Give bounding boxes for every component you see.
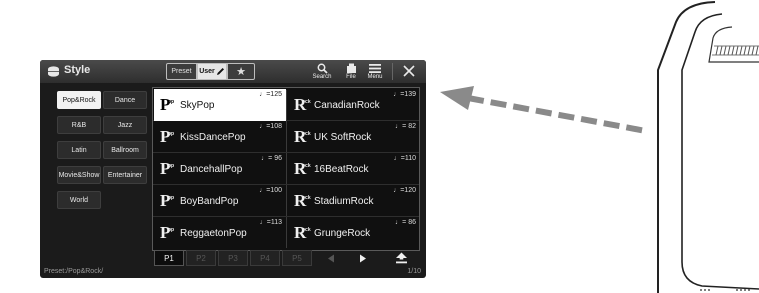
logo-subtext: ock [302, 99, 311, 105]
style-name: SkyPop [180, 100, 215, 111]
style-selection-screen: Style Preset User ★ Search File Menu Pop… [40, 60, 426, 278]
menu-button[interactable]: Menu [360, 61, 390, 82]
category-latin[interactable]: Latin [57, 141, 101, 159]
page-tab-p4[interactable]: P4 [250, 250, 280, 266]
page-tab-p3[interactable]: P3 [218, 250, 248, 266]
logo-subtext: op [168, 131, 175, 137]
category-movie-show[interactable]: Movie&Show [57, 166, 101, 184]
style-item[interactable]: Pop SkyPop ♩=125 [154, 89, 286, 121]
device-outline-illustration [657, 1, 759, 293]
style-name: KissDancePop [180, 132, 246, 143]
style-list: Pop SkyPop ♩=125 Rock CanadianRock ♩=139 Pop Ki… [152, 87, 420, 251]
style-category-logo-icon: Pop [160, 160, 176, 177]
style-tempo: ♩= 82 [395, 123, 416, 130]
next-page-icon [360, 254, 366, 262]
prev-page-icon [328, 254, 334, 262]
next-page-button[interactable] [348, 250, 378, 266]
style-tempo: ♩=108 [259, 123, 282, 130]
list-column-divider [286, 90, 287, 248]
style-tempo: ♩= 96 [261, 155, 282, 162]
style-category-logo-icon: Pop [160, 96, 176, 113]
folder-path: Preset:/Pop&Rock/ [44, 268, 104, 275]
style-tempo: ♩=139 [393, 91, 416, 98]
style-item[interactable]: Rock GrungeRock ♩= 86 [288, 217, 420, 249]
category-dance[interactable]: Dance [103, 91, 147, 109]
category-pop-rock[interactable]: Pop&Rock [57, 91, 101, 109]
header-bar: Style Preset User ★ Search File Menu [40, 60, 426, 83]
style-name: UK SoftRock [314, 132, 372, 143]
category-r-and-b[interactable]: R&B [57, 116, 101, 134]
page-tab-p1[interactable]: P1 [154, 250, 184, 266]
page-count: 1/10 [407, 268, 421, 275]
style-item[interactable]: Rock StadiumRock ♩=120 [288, 185, 420, 217]
tab-favorite[interactable]: ★ [227, 63, 255, 80]
style-item[interactable]: Pop BoyBandPop ♩=100 [154, 185, 286, 217]
style-name: ReggaetonPop [180, 228, 247, 239]
search-button[interactable]: Search [307, 61, 337, 82]
menu-label: Menu [367, 74, 383, 80]
tab-user-label: User [199, 68, 215, 75]
style-name: CanadianRock [314, 100, 380, 111]
file-icon [346, 63, 356, 73]
logo-subtext: ock [302, 195, 311, 201]
style-category-logo-icon: Pop [160, 224, 176, 241]
dashed-pointer-arrow-icon [440, 86, 647, 134]
category-entertainer[interactable]: Entertainer [103, 166, 147, 184]
style-tempo: ♩=120 [393, 187, 416, 194]
style-category-logo-icon: Rock [294, 160, 311, 177]
logo-subtext: ock [302, 163, 311, 169]
tab-preset[interactable]: Preset [166, 63, 197, 80]
style-name: GrungeRock [314, 228, 371, 239]
style-tempo: ♩=100 [259, 187, 282, 194]
page-tab-p5[interactable]: P5 [282, 250, 312, 266]
style-tempo: ♩=110 [393, 155, 416, 162]
style-name: 16BeatRock [314, 164, 369, 175]
style-category-logo-icon: Pop [160, 128, 176, 145]
logo-subtext: ock [302, 227, 311, 233]
pencil-icon [216, 68, 224, 75]
header-divider [392, 63, 393, 80]
search-label: Search [312, 74, 332, 80]
page-tab-p2[interactable]: P2 [186, 250, 216, 266]
menu-icon [369, 64, 381, 73]
file-label: File [346, 74, 356, 80]
up-folder-button[interactable] [386, 250, 416, 266]
style-category-logo-icon: Rock [294, 96, 311, 113]
style-item[interactable]: Pop DancehallPop ♩= 96 [154, 153, 286, 185]
logo-subtext: ock [302, 131, 311, 137]
style-icon [48, 66, 59, 77]
style-name: StadiumRock [314, 196, 374, 207]
style-tempo: ♩=125 [259, 91, 282, 98]
window-title: Style [64, 64, 91, 76]
style-item[interactable]: Rock 16BeatRock ♩=110 [288, 153, 420, 185]
category-world[interactable]: World [57, 191, 101, 209]
category-jazz[interactable]: Jazz [103, 116, 147, 134]
style-name: BoyBandPop [180, 196, 239, 207]
prev-page-button[interactable] [316, 250, 346, 266]
logo-subtext: op [168, 195, 175, 201]
style-category-logo-icon: Rock [294, 224, 311, 241]
style-tempo: ♩= 86 [395, 219, 416, 226]
logo-subtext: op [168, 163, 175, 169]
style-item[interactable]: Pop KissDancePop ♩=108 [154, 121, 286, 153]
search-icon [317, 63, 328, 74]
up-folder-icon [395, 252, 407, 264]
category-ballroom[interactable]: Ballroom [103, 141, 147, 159]
style-item[interactable]: Rock UK SoftRock ♩= 82 [288, 121, 420, 153]
close-icon[interactable] [398, 62, 420, 81]
style-category-logo-icon: Rock [294, 192, 311, 209]
style-category-logo-icon: Rock [294, 128, 311, 145]
logo-subtext: op [168, 227, 175, 233]
style-tempo: ♩=113 [259, 219, 282, 226]
logo-subtext: op [168, 99, 175, 105]
tab-user[interactable]: User [197, 63, 227, 80]
style-category-logo-icon: Pop [160, 192, 176, 209]
style-item[interactable]: Rock CanadianRock ♩=139 [288, 89, 420, 121]
style-name: DancehallPop [180, 164, 243, 175]
style-item[interactable]: Pop ReggaetonPop ♩=113 [154, 217, 286, 249]
